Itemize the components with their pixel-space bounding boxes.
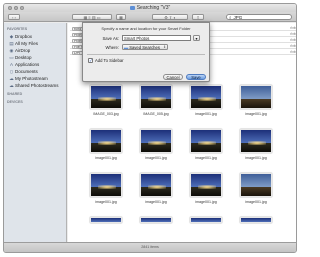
updown-arrows-icon: ⇕ xyxy=(163,45,166,49)
toolbar: ‹ › ▦ ≡ ▥ ▭ ▦ ⚙ ⇪ ◐ ⇪ ⌕ JPG xyxy=(4,12,296,22)
where-label: Where: xyxy=(105,45,120,50)
file-name: image001.jpg xyxy=(245,112,267,116)
save-button[interactable]: Save xyxy=(186,74,206,80)
arrange-icon: ▦ xyxy=(119,15,123,20)
action-icon: ⚙ ⇪ ◐ xyxy=(164,15,176,20)
rule-add-remove-icon[interactable]: ⊖⊕ xyxy=(290,32,296,36)
search-field[interactable]: ⌕ JPG xyxy=(226,14,292,20)
back-forward-icon: ‹ › xyxy=(12,15,16,20)
save-as-field[interactable]: Smart Photos xyxy=(122,35,191,41)
search-field-value: JPG xyxy=(233,15,243,20)
shared-photostreams-icon: ☁ xyxy=(9,83,14,88)
image-thumbnail xyxy=(240,173,272,197)
image-thumbnail xyxy=(90,85,122,109)
cancel-button[interactable]: Cancel xyxy=(163,74,183,80)
image-thumbnail xyxy=(190,173,222,197)
sidebar-item-airdrop[interactable]: ◉ AirDrop xyxy=(9,48,31,54)
file-name: image001.jpg xyxy=(245,156,267,160)
finder-window: Searching "V3" ‹ › ▦ ≡ ▥ ▭ ▦ ⚙ ⇪ ◐ ⇪ ⌕ JP… xyxy=(3,3,297,253)
applications-icon: A xyxy=(9,62,13,67)
image-thumbnail xyxy=(190,129,222,153)
sidebar-header-favorites: FAVORITES xyxy=(7,27,28,31)
documents-icon: ▯ xyxy=(10,69,13,74)
dialog-message: Specify a name and location for your Sma… xyxy=(101,26,191,31)
expand-button[interactable]: ▾ xyxy=(193,35,200,41)
sidebar-item-label: AirDrop xyxy=(15,48,31,53)
save-as-label: Save As: xyxy=(102,36,119,41)
sidebar-item-all-my-files[interactable]: ▤All My Files xyxy=(9,41,38,47)
search-icon: ⌕ xyxy=(229,15,232,20)
file-name: image001.jpg xyxy=(245,200,267,204)
sidebar-item-my-photostream[interactable]: ☁My Photostream xyxy=(9,76,48,82)
sidebar-item-label: Applications xyxy=(15,62,40,67)
window-title: Searching "V3" xyxy=(4,5,296,11)
status-bar: 2841 items xyxy=(4,242,296,252)
image-thumbnail xyxy=(140,85,172,109)
window-title-text: Searching "V3" xyxy=(136,5,171,11)
sidebar-item-desktop[interactable]: ▭Desktop xyxy=(9,55,32,61)
sidebar-item-dropbox[interactable]: ◆ Dropbox xyxy=(9,34,32,40)
add-to-sidebar-label: Add To Sidebar xyxy=(95,58,124,63)
sidebar-item-label: All My Files xyxy=(15,41,39,46)
back-forward-button[interactable]: ‹ › xyxy=(8,14,20,20)
rule-add-remove-icon[interactable]: ⊖⊕ xyxy=(290,50,296,54)
image-thumbnail xyxy=(190,85,222,109)
file-name: image001.jpg xyxy=(195,112,217,116)
view-mode-buttons[interactable]: ▦ ≡ ▥ ▭ xyxy=(72,14,112,20)
file-name: image001.jpg xyxy=(95,200,117,204)
smart-folder-icon xyxy=(129,5,135,10)
image-thumbnail xyxy=(240,129,272,153)
file-name: IMAGE_005.jpg xyxy=(143,112,169,116)
share-button[interactable]: ⇪ xyxy=(192,14,204,20)
save-smart-folder-dialog: Specify a name and location for your Sma… xyxy=(82,22,210,82)
image-thumbnail xyxy=(90,129,122,153)
image-thumbnail xyxy=(140,217,172,223)
sidebar-item-label: Desktop xyxy=(15,55,32,60)
folder-icon: ▬ xyxy=(124,45,129,50)
sidebar-item-label: Documents xyxy=(15,69,38,74)
image-thumbnail xyxy=(140,173,172,197)
where-popup[interactable]: ▬Saved Searches ⇕ xyxy=(122,44,168,50)
file-name: IMAGE_003.jpg xyxy=(93,112,119,116)
sidebar-item-applications[interactable]: A Applications xyxy=(9,62,39,67)
sidebar-header-devices: DEVICES xyxy=(7,100,23,104)
file-name: image001.jpg xyxy=(195,156,217,160)
sidebar-item-documents[interactable]: ▯ Documents xyxy=(9,69,38,75)
sidebar-item-label: My Photostream xyxy=(15,76,48,81)
all-files-icon: ▤ xyxy=(9,41,14,46)
sidebar-item-shared-photostreams[interactable]: ☁Shared Photostreams xyxy=(9,83,59,89)
where-value: Saved Searches xyxy=(129,45,160,50)
sidebar-item-label: Shared Photostreams xyxy=(15,83,59,88)
image-thumbnail xyxy=(90,217,122,223)
image-thumbnail xyxy=(140,129,172,153)
file-name: image001.jpg xyxy=(195,200,217,204)
image-thumbnail xyxy=(240,217,272,223)
rule-add-remove-icon[interactable]: ⊖⊕ xyxy=(290,38,296,42)
chevron-down-icon: ▾ xyxy=(195,36,198,41)
arrange-button[interactable]: ▦ xyxy=(116,14,126,20)
view-mode-icon: ▦ ≡ ▥ ▭ xyxy=(83,15,101,20)
title-bar[interactable]: Searching "V3" xyxy=(4,4,296,12)
dropbox-icon: ◆ xyxy=(9,34,14,39)
checkmark-icon: ✓ xyxy=(89,58,93,63)
file-name: image001.jpg xyxy=(95,156,117,160)
rule-add-remove-icon[interactable]: ⊖⊕ xyxy=(290,26,296,30)
airdrop-icon: ◉ xyxy=(9,48,14,53)
image-thumbnail xyxy=(240,85,272,109)
rule-add-remove-icon[interactable]: ⊖⊕ xyxy=(290,44,296,48)
file-name: image001.jpg xyxy=(145,156,167,160)
status-text: 2841 items xyxy=(141,245,159,249)
file-name: image001.jpg xyxy=(145,200,167,204)
sidebar-item-label: Dropbox xyxy=(15,34,33,39)
photostream-icon: ☁ xyxy=(9,76,14,81)
image-thumbnail xyxy=(190,217,222,223)
divider xyxy=(87,54,205,55)
sidebar: FAVORITES ◆ Dropbox ▤All My Files ◉ AirDro… xyxy=(4,23,67,242)
desktop-icon: ▭ xyxy=(9,55,14,60)
action-buttons[interactable]: ⚙ ⇪ ◐ xyxy=(152,14,188,20)
share-icon: ⇪ xyxy=(196,15,200,20)
image-thumbnail xyxy=(90,173,122,197)
add-to-sidebar-checkbox[interactable]: ✓ xyxy=(88,58,93,63)
sidebar-header-shared: SHARED xyxy=(7,92,23,96)
